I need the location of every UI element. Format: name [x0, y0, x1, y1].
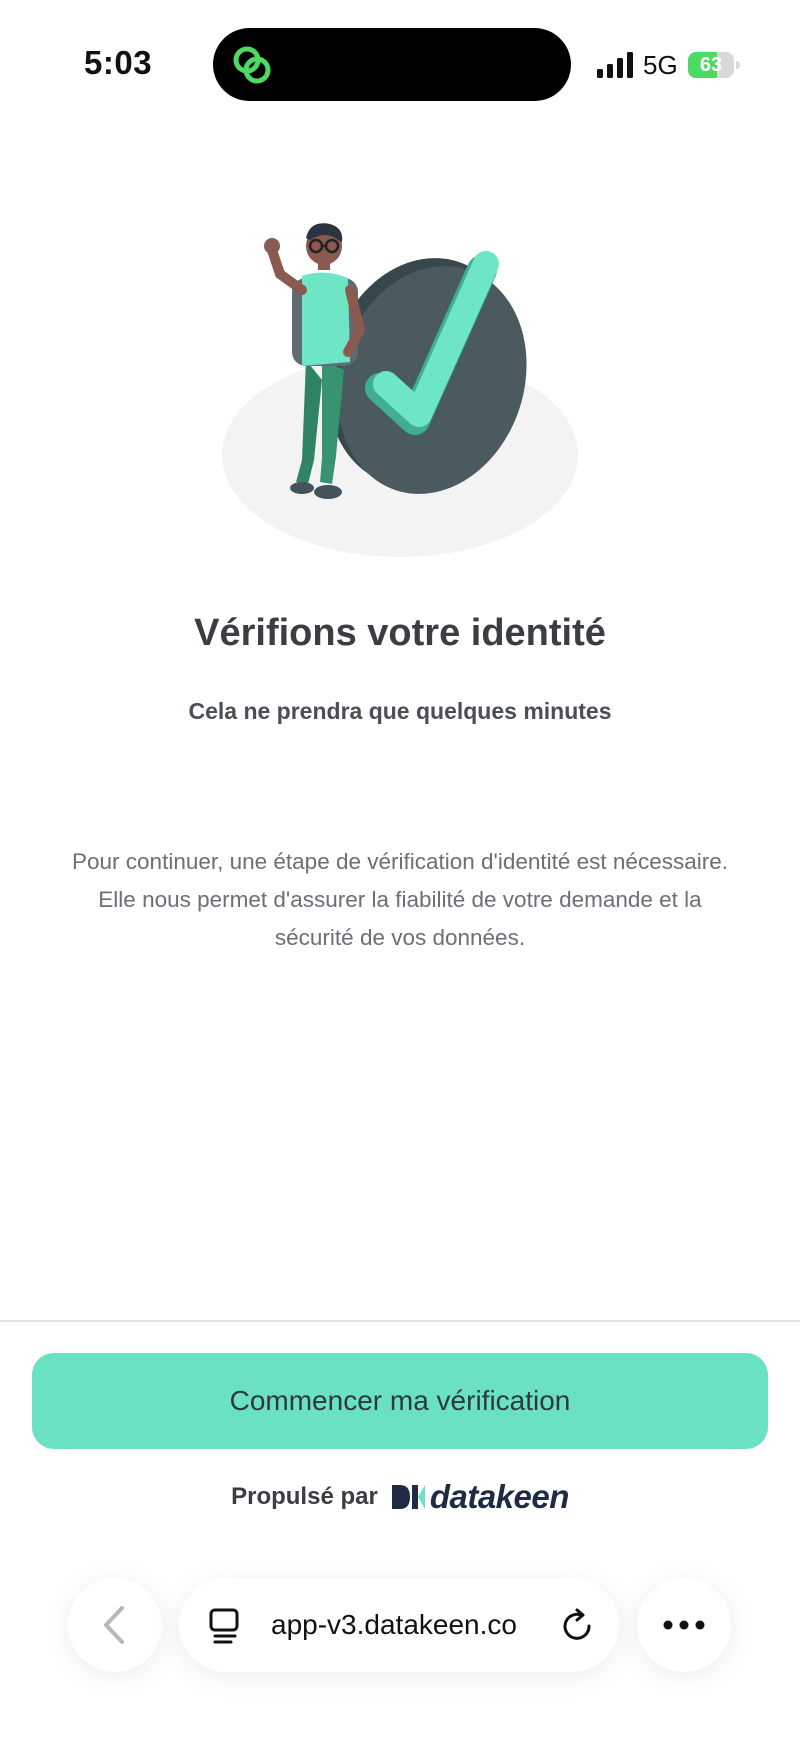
page-subtitle: Cela ne prendra que quelques minutes: [188, 698, 612, 724]
page-description: Pour continuer, une étape de vérificatio…: [72, 849, 728, 950]
powered-by-label: Propulsé par: [231, 1483, 378, 1510]
url-text: app-v3.datakeen.co: [271, 1609, 517, 1640]
footer-divider: [0, 1320, 800, 1322]
reload-icon[interactable]: [559, 1608, 595, 1644]
signal-icon: [597, 52, 633, 78]
network-type: 5G: [643, 50, 678, 80]
tabs-icon: [209, 1608, 239, 1644]
status-bar: 5:03 5G 63: [0, 0, 800, 110]
identity-verified-illustration: [222, 223, 578, 557]
page-title: Vérifions votre identité: [194, 612, 606, 654]
status-time: 5:03: [84, 44, 153, 81]
battery-charging-icon: 63: [688, 52, 740, 78]
browser-toolbar: app-v3.datakeen.co: [0, 1560, 800, 1680]
back-button[interactable]: [68, 1578, 162, 1672]
battery-level: 63: [699, 54, 723, 76]
brand-name: datakeen: [429, 1478, 570, 1515]
powered-by: Propulsé par datakeen: [0, 1474, 800, 1520]
more-icon: [663, 1620, 705, 1630]
more-button[interactable]: [637, 1578, 731, 1672]
back-icon: [104, 1606, 124, 1644]
app-link-icon: [233, 46, 271, 84]
dynamic-island: [213, 28, 571, 101]
address-bar[interactable]: app-v3.datakeen.co: [179, 1578, 619, 1672]
datakeen-logo-icon: [391, 1485, 425, 1509]
start-verification-button[interactable]: Commencer ma vérification: [32, 1353, 768, 1449]
